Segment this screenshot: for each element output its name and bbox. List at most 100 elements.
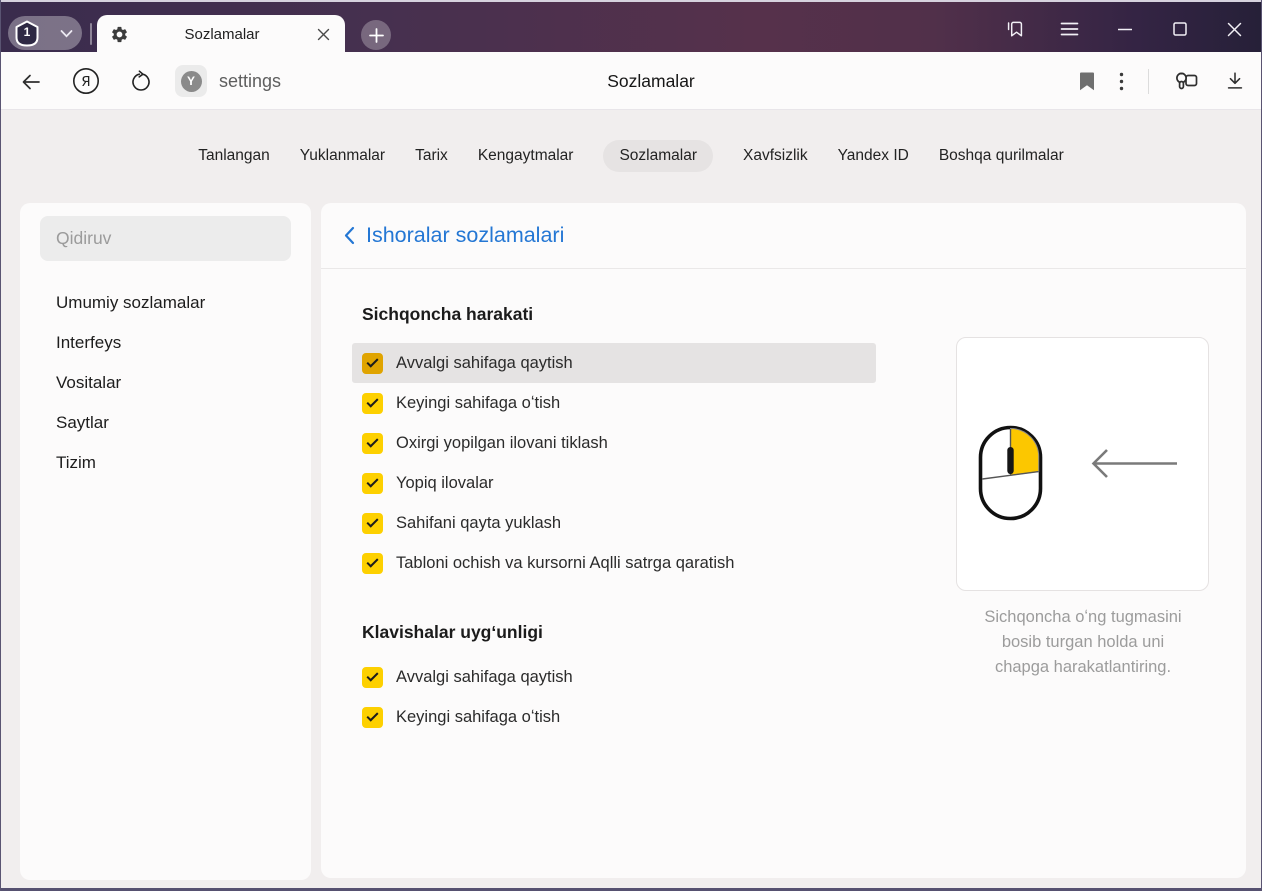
window-controls: [987, 4, 1262, 54]
menu-button[interactable]: [1042, 4, 1097, 54]
checkmark-icon: [366, 395, 379, 408]
settings-main-panel: Ishoralar sozlamalari Sichqoncha harakat…: [321, 203, 1246, 878]
sidebar-item-umumiy-sozlamalar[interactable]: Umumiy sozlamalar: [20, 283, 311, 323]
nav-tab-tarix[interactable]: Tarix: [415, 140, 448, 172]
checkbox-checked: [362, 706, 383, 728]
titlebar-divider: [90, 23, 92, 45]
yandex-logo-icon: Я: [73, 68, 99, 94]
gesture-label: Oxirgi yopilgan ilovani tiklash: [396, 433, 608, 452]
chevron-down-icon: [60, 28, 73, 39]
toolbar-separator: [1148, 68, 1149, 94]
toolbar-actions: [1079, 52, 1262, 110]
tab-groups-button[interactable]: 1: [8, 16, 82, 50]
settings-sidebar: Umumiy sozlamalar Interfeys Vositalar Sa…: [20, 203, 311, 880]
more-options-button[interactable]: [1119, 72, 1124, 91]
kebab-icon: [1119, 72, 1124, 90]
sidebar-bookmark-icon: [1007, 21, 1022, 37]
checkbox-checked: [362, 392, 383, 414]
settings-nav: Tanlangan Yuklanmalar Tarix Kengaytmalar…: [0, 138, 1262, 174]
sidebar-items: Umumiy sozlamalar Interfeys Vositalar Sa…: [20, 283, 311, 483]
bookmark-icon: [1080, 72, 1094, 90]
search-input[interactable]: [40, 216, 291, 261]
titlebar: 1 Sozlamalar: [0, 0, 1262, 54]
gear-icon: [112, 26, 127, 43]
gesture-row-open-tableau[interactable]: Tabloni ochish va kursorni Aqlli satrga …: [352, 543, 876, 583]
new-tab-button[interactable]: [361, 20, 391, 50]
nav-tab-sozlamalar[interactable]: Sozlamalar: [603, 140, 713, 172]
gesture-row-reload[interactable]: Sahifani qayta yuklash: [352, 503, 876, 543]
refresh-icon: [132, 70, 150, 91]
arrow-left-icon: [22, 74, 40, 90]
caption-line: bosib turgan holda uni: [1001, 633, 1165, 651]
checkbox-checked: [362, 352, 383, 374]
plus-icon: [368, 27, 384, 43]
close-window-button[interactable]: [1207, 4, 1262, 54]
minimize-icon: [1117, 28, 1132, 30]
side-panel-button[interactable]: [987, 4, 1042, 54]
caption-line: Sichqoncha oʻng tugmasini: [984, 608, 1182, 626]
maximize-button[interactable]: [1152, 4, 1207, 54]
gesture-row-back[interactable]: Avvalgi sahifaga qaytish: [352, 343, 876, 383]
browser-window: 1 Sozlamalar Я Y settings Sozlamalar Tan…: [0, 0, 1262, 891]
nav-tab-xavfsizlik[interactable]: Xavfsizlik: [743, 140, 808, 172]
checkbox-checked: [362, 432, 383, 454]
sidebar-item-tizim[interactable]: Tizim: [20, 443, 311, 483]
checkmark-icon: [366, 515, 379, 528]
checkmark-icon: [366, 709, 379, 722]
sidebar-item-saytlar[interactable]: Saytlar: [20, 403, 311, 443]
caption-line: chapga harakatlantiring.: [994, 658, 1172, 676]
gesture-row-forward[interactable]: Keyingi sahifaga oʻtish: [352, 383, 876, 423]
refresh-button[interactable]: [128, 69, 154, 95]
downloads-button[interactable]: [1224, 70, 1246, 92]
keycombo-row-back[interactable]: Avvalgi sahifaga qaytish: [352, 657, 876, 697]
back-button[interactable]: [18, 69, 44, 95]
gesture-illustration-card: [956, 337, 1209, 591]
back-header[interactable]: Ishoralar sozlamalari: [321, 203, 1246, 269]
nav-tab-yuklanmalar[interactable]: Yuklanmalar: [300, 140, 385, 172]
checkbox-checked: [362, 666, 383, 688]
mouse-gestures-heading: Sichqoncha harakati: [362, 304, 534, 324]
gesture-label: Keyingi sahifaga oʻtish: [396, 707, 561, 726]
address-bar[interactable]: settings: [219, 52, 281, 110]
site-info-button[interactable]: Y: [175, 65, 207, 97]
nav-tab-boshqa-qurilmalar[interactable]: Boshqa qurilmalar: [939, 140, 1064, 172]
nav-tab-tanlangan[interactable]: Tanlangan: [198, 140, 270, 172]
gesture-label: Tabloni ochish va kursorni Aqlli satrga …: [396, 553, 735, 572]
site-favicon: Y: [180, 70, 202, 92]
checkmark-icon: [366, 669, 379, 682]
keycombo-row-forward[interactable]: Keyingi sahifaga oʻtish: [352, 697, 876, 737]
section-title: Ishoralar sozlamalari: [366, 223, 565, 247]
key-icon: [1176, 72, 1198, 90]
yandex-logo-button[interactable]: Я: [72, 67, 100, 95]
checkmark-icon: [366, 435, 379, 448]
gesture-label: Yopiq ilovalar: [396, 473, 494, 492]
hamburger-icon: [1060, 22, 1079, 36]
close-icon: [1227, 22, 1242, 36]
mouse-gesture-illustration-icon: [978, 425, 1177, 521]
gesture-label: Sahifani qayta yuklash: [396, 513, 562, 532]
gesture-label: Keyingi sahifaga oʻtish: [396, 393, 561, 412]
checkmark-icon: [366, 475, 379, 488]
gesture-row-closed-tabs[interactable]: Yopiq ilovalar: [352, 463, 876, 503]
checkbox-checked: [362, 552, 383, 574]
nav-tab-yandex-id[interactable]: Yandex ID: [838, 140, 909, 172]
bookmark-button[interactable]: [1079, 72, 1095, 91]
password-manager-button[interactable]: [1173, 69, 1200, 93]
sidebar-item-vositalar[interactable]: Vositalar: [20, 363, 311, 403]
settings-content: Sichqoncha harakati Avvalgi sahifaga qay…: [321, 269, 1246, 737]
gesture-label: Avvalgi sahifaga qaytish: [396, 353, 573, 372]
checkbox-checked: [362, 512, 383, 534]
maximize-icon: [1172, 22, 1187, 36]
tab-close-icon[interactable]: [315, 26, 332, 43]
minimize-button[interactable]: [1097, 4, 1152, 54]
checkmark-icon: [366, 555, 379, 568]
chevron-left-icon: [344, 226, 355, 245]
browser-tab-settings[interactable]: Sozlamalar: [97, 15, 345, 54]
gesture-caption: Sichqoncha oʻng tugmasini bosib turgan h…: [949, 605, 1217, 680]
sidebar-item-interfeys[interactable]: Interfeys: [20, 323, 311, 363]
download-icon: [1227, 72, 1243, 89]
gesture-row-restore-tab[interactable]: Oxirgi yopilgan ilovani tiklash: [352, 423, 876, 463]
nav-tab-kengaytmalar[interactable]: Kengaytmalar: [478, 140, 574, 172]
toolbar: Я Y settings Sozlamalar: [0, 52, 1262, 110]
tab-count: 1: [23, 25, 31, 39]
